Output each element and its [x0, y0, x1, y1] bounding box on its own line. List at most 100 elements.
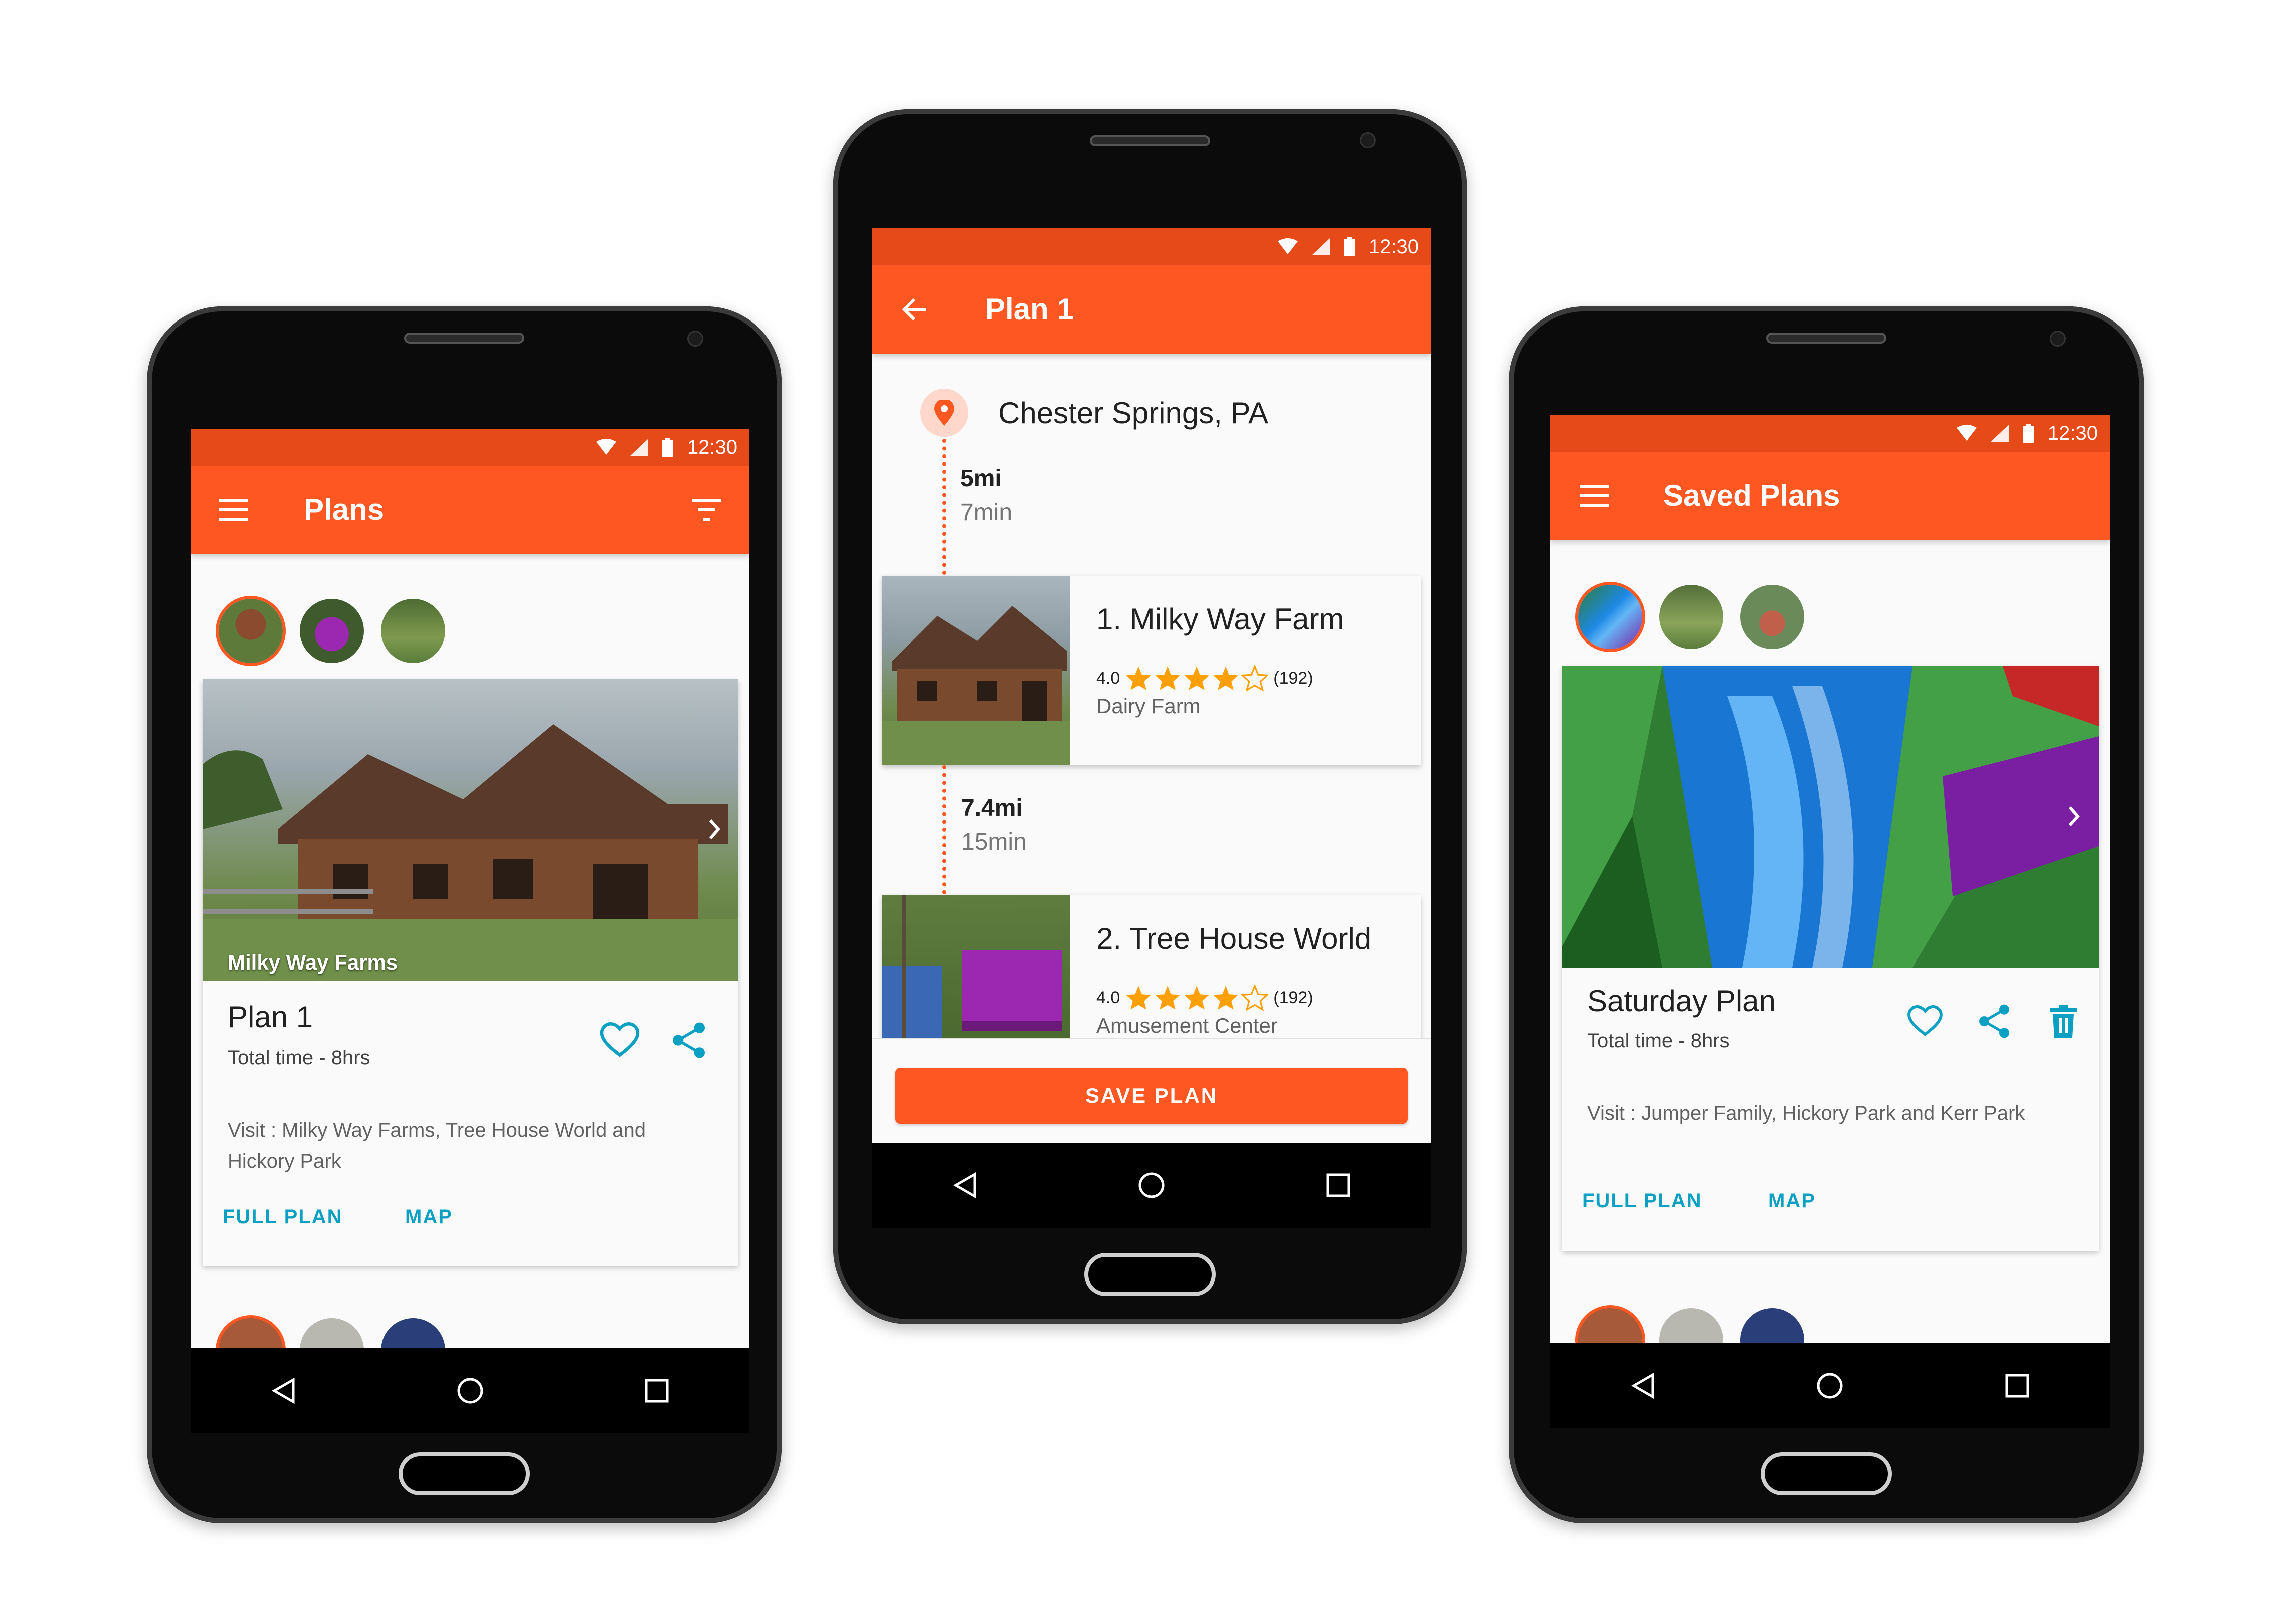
star-icon: [1155, 986, 1181, 1010]
nav-recents-icon[interactable]: [645, 1379, 669, 1403]
back-arrow-icon[interactable]: [901, 297, 927, 322]
plan-total-time: Total time - 8hrs: [1587, 1030, 1730, 1052]
menu-icon[interactable]: [219, 499, 248, 521]
place-name: 1. Milky Way Farm: [1096, 602, 1344, 636]
thumbnail-2[interactable]: [1659, 1308, 1723, 1343]
next-plan-thumbnails: [219, 1318, 445, 1348]
plan-cover-image: [1562, 666, 2099, 968]
star-outline-icon: [1241, 665, 1269, 691]
earpiece-speaker: [1090, 135, 1210, 146]
thumbnail-3[interactable]: [1740, 1308, 1804, 1343]
full-plan-button[interactable]: FULL PLAN: [1582, 1190, 1702, 1212]
heart-icon: [1907, 1005, 1943, 1036]
system-nav-bar: [872, 1143, 1431, 1228]
thumbnail-1[interactable]: [219, 1318, 283, 1348]
review-count: (192): [1273, 988, 1313, 1007]
plan-total-time: Total time - 8hrs: [228, 1047, 370, 1069]
place-card-1[interactable]: 1. Milky Way Farm 4.0 (192) Dairy Farm: [882, 576, 1421, 765]
place-rating: 4.0 (192): [1096, 665, 1313, 691]
nav-recents-icon[interactable]: [2005, 1374, 2029, 1398]
nav-back-icon[interactable]: [1631, 1373, 1655, 1399]
image-caption: Milky Way Farms: [228, 950, 398, 974]
next-plan-thumbnails: [1578, 1308, 1804, 1343]
location-pin-icon: [934, 400, 954, 426]
start-location-marker: [920, 389, 968, 437]
delete-button[interactable]: [2041, 999, 2086, 1044]
hardware-home-button[interactable]: [399, 1452, 530, 1495]
place-category: Dairy Farm: [1096, 694, 1201, 718]
plan-detail-screen: 12:30 Plan 1 Chester Springs, PA 5mi 7mi…: [872, 228, 1431, 1143]
phone-plan-detail: 12:30 Plan 1 Chester Springs, PA 5mi 7mi…: [833, 109, 1467, 1324]
filter-icon[interactable]: [692, 499, 721, 521]
thumbnail-farm[interactable]: [219, 599, 283, 663]
star-icon: [1126, 666, 1152, 690]
place-category: Amusement Center: [1096, 1014, 1278, 1037]
status-time: 12:30: [1368, 235, 1419, 258]
thumbnail-park[interactable]: [1659, 585, 1723, 649]
page-title: Saved Plans: [1663, 479, 1840, 512]
thumbnail-2[interactable]: [300, 1318, 364, 1348]
status-bar: 12:30: [872, 228, 1431, 265]
hardware-home-button[interactable]: [1084, 1253, 1216, 1296]
menu-icon[interactable]: [1580, 485, 1609, 507]
star-icon: [1184, 986, 1210, 1010]
route-line-1: [942, 439, 946, 575]
page-title: Plans: [304, 493, 385, 526]
nav-home-icon[interactable]: [457, 1377, 484, 1404]
battery-icon: [1343, 237, 1355, 256]
thumbnail-3[interactable]: [381, 1318, 445, 1348]
thumbnail-bounce-house[interactable]: [1578, 585, 1642, 649]
front-camera: [1360, 132, 1376, 148]
favorite-button[interactable]: [1902, 999, 1948, 1044]
nav-home-icon[interactable]: [1138, 1172, 1165, 1199]
leg-2-distance: 7.4mi: [961, 795, 1023, 821]
page-title: Plan 1: [985, 292, 1074, 326]
status-bar: 12:30: [1550, 415, 2110, 452]
nav-back-icon[interactable]: [271, 1378, 295, 1404]
map-button[interactable]: MAP: [405, 1206, 453, 1228]
chevron-right-icon[interactable]: [708, 818, 720, 840]
favorite-button[interactable]: [597, 1018, 642, 1063]
farm-photo-illustration: [882, 606, 1070, 765]
plan-title: Plan 1: [228, 1000, 313, 1034]
place-rating: 4.0 (192): [1096, 985, 1313, 1011]
nav-back-icon[interactable]: [953, 1172, 977, 1198]
thumbnail-treehouse[interactable]: [300, 599, 364, 663]
share-button[interactable]: [666, 1018, 711, 1063]
star-rating: [1125, 665, 1269, 691]
status-bar: 12:30: [191, 429, 749, 466]
route-line-2: [942, 765, 946, 894]
nav-home-icon[interactable]: [1816, 1372, 1843, 1399]
leg-2-duration: 15min: [961, 829, 1027, 855]
rating-value: 4.0: [1096, 988, 1120, 1007]
thumbnail-playground[interactable]: [1740, 585, 1804, 649]
place-name: 2. Tree House World: [1096, 922, 1372, 955]
rating-value: 4.0: [1096, 668, 1120, 688]
thumbnail-1[interactable]: [1578, 1308, 1642, 1343]
place-thumbnails: [1578, 585, 1804, 649]
map-button[interactable]: MAP: [1768, 1190, 1816, 1212]
signal-icon: [1990, 425, 2009, 442]
chevron-right-icon[interactable]: [2068, 805, 2080, 827]
saved-plans-screen: 12:30 Saved Plans Saturday Plan Total ti…: [1550, 415, 2110, 1343]
earpiece-speaker: [1766, 333, 1886, 344]
plan-card[interactable]: Milky Way Farms Plan 1 Total time - 8hrs…: [203, 679, 738, 1266]
thumbnail-park[interactable]: [381, 599, 445, 663]
share-icon: [1979, 1004, 2009, 1038]
star-icon: [1213, 986, 1239, 1010]
status-time: 12:30: [2047, 422, 2098, 444]
app-bar: Saved Plans: [1550, 452, 2110, 540]
plan-visit-list: Visit : Milky Way Farms, Tree House Worl…: [228, 1119, 646, 1172]
nav-recents-icon[interactable]: [1326, 1173, 1350, 1197]
share-icon: [673, 1022, 705, 1058]
front-camera: [687, 331, 703, 347]
saved-plan-card[interactable]: Saturday Plan Total time - 8hrs Visit : …: [1562, 666, 2099, 1251]
wifi-icon: [596, 439, 616, 455]
app-bar: Plans: [191, 466, 749, 554]
full-plan-button[interactable]: FULL PLAN: [223, 1206, 342, 1228]
plan-cover-image: Milky Way Farms: [203, 679, 738, 981]
share-button[interactable]: [1972, 999, 2017, 1044]
hardware-home-button[interactable]: [1761, 1452, 1892, 1495]
app-bar: Plan 1: [872, 265, 1431, 354]
save-plan-button[interactable]: SAVE PLAN: [895, 1068, 1408, 1124]
